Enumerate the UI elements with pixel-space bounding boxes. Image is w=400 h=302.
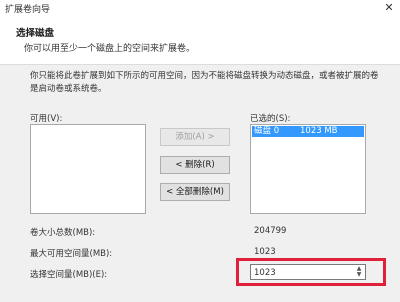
disk-size: 1023 MB xyxy=(300,126,338,136)
max-space-label: 最大可用空间量(MB): xyxy=(30,249,113,259)
disk-name: 磁盘 0 xyxy=(254,126,280,136)
close-icon[interactable]: ✕ xyxy=(382,1,396,14)
total-size-value: 204799 xyxy=(250,222,366,238)
remove-button[interactable]: < 删除(R) xyxy=(160,156,230,174)
add-button[interactable]: 添加(A) > xyxy=(160,128,230,146)
page-subtitle: 你可以用至少一个磁盘上的空间来扩展卷。 xyxy=(24,44,196,54)
remove-all-button[interactable]: < 全部删除(M) xyxy=(160,183,230,201)
max-space-value: 1023 xyxy=(250,243,366,259)
select-space-label: 选择空间量(MB)(E): xyxy=(30,270,108,280)
total-size-label: 卷大小总数(MB): xyxy=(30,228,96,238)
title-bar: 扩展卷向导 ✕ xyxy=(0,0,400,16)
list-item[interactable]: 磁盘 0 1023 MB xyxy=(252,126,364,137)
window-title: 扩展卷向导 xyxy=(5,5,51,15)
available-label: 可用(V): xyxy=(30,114,63,124)
wizard-header: 选择磁盘 你可以用至少一个磁盘上的空间来扩展卷。 xyxy=(0,16,400,65)
page-title: 选择磁盘 xyxy=(16,28,55,39)
highlight-box xyxy=(236,258,386,286)
selected-listbox[interactable]: 磁盘 0 1023 MB xyxy=(250,124,366,214)
extend-volume-wizard-window: 扩展卷向导 ✕ 选择磁盘 你可以用至少一个磁盘上的空间来扩展卷。 你只能将此卷扩… xyxy=(0,0,400,302)
description-text: 你只能将此卷扩展到如下所示的可用空间，因为不能将磁盘转换为动态磁盘，或者被扩展的… xyxy=(30,71,379,94)
available-listbox[interactable] xyxy=(30,124,146,214)
selected-label: 已选的(S): xyxy=(250,114,291,124)
